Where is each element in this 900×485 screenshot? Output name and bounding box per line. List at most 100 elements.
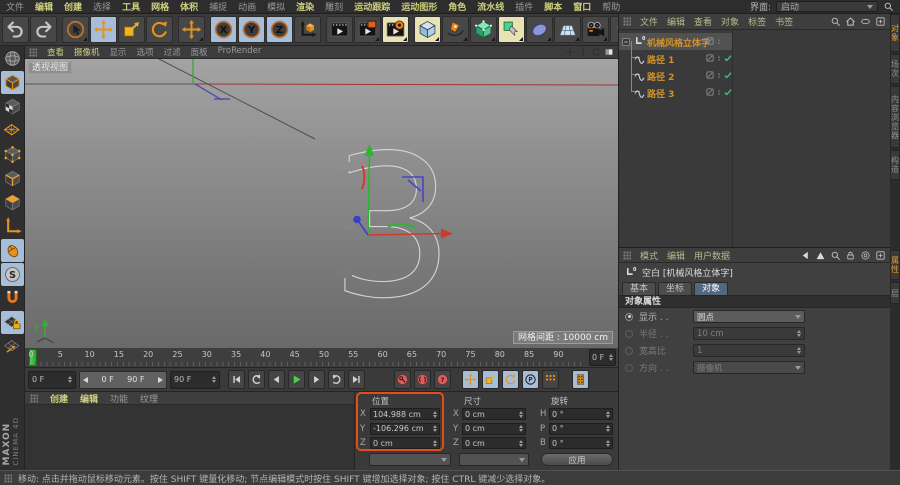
gizmo-z-handle[interactable] — [353, 215, 361, 224]
viewport-menu-item[interactable]: 摄像机 — [74, 46, 100, 58]
polygon-mode-icon[interactable] — [1, 191, 24, 214]
coordinate-input[interactable]: 104.988 cm — [370, 408, 440, 420]
stepper-icon[interactable] — [519, 439, 523, 447]
menubar-item[interactable]: 捕捉 — [209, 0, 227, 13]
viewport-menu-item[interactable]: 显示 — [110, 46, 127, 58]
layer-chip-icon[interactable] — [705, 87, 715, 97]
object-row[interactable]: 路径 2 — [619, 58, 890, 85]
model-mode-icon[interactable] — [0, 71, 24, 94]
keyframe-radio[interactable] — [625, 312, 633, 321]
menubar-item[interactable]: 编辑 — [35, 0, 53, 13]
menubar-item[interactable]: 运动跟踪 — [354, 0, 390, 13]
coordinate-input[interactable]: 0 ° — [549, 408, 613, 420]
object-name[interactable]: 机械风格立体字 — [647, 36, 710, 49]
menubar-item[interactable]: 流水线 — [477, 0, 504, 13]
object-name[interactable]: 路径 2 — [647, 70, 674, 83]
move-icon[interactable] — [90, 16, 117, 43]
visibility-dots-icon[interactable] — [716, 70, 722, 81]
field-stepper[interactable]: 10 cm — [693, 327, 805, 340]
camera-icon[interactable] — [582, 16, 609, 43]
object-row[interactable]: 路径 3 — [619, 75, 890, 101]
am-target-icon[interactable] — [860, 250, 871, 261]
material-menu-item[interactable]: 创建 — [50, 392, 68, 405]
manager-tab-场次[interactable]: 场次 — [890, 54, 900, 84]
animation-palette-icon[interactable] — [572, 370, 589, 389]
rotate-icon[interactable] — [146, 16, 173, 43]
zoom-view-icon[interactable] — [578, 47, 588, 57]
menubar-item[interactable]: 角色 — [448, 0, 466, 13]
menubar-item[interactable]: 雕刻 — [325, 0, 343, 13]
viewport-canvas[interactable]: 透视视图 3 Y 网格间距: 10000 cm — [25, 59, 618, 348]
start-frame-field[interactable]: 0 F — [28, 370, 76, 389]
go-start-icon[interactable] — [228, 370, 245, 389]
panel-grip[interactable] — [30, 393, 38, 403]
object-manager-menu-item[interactable]: 编辑 — [667, 15, 685, 28]
key-rotation-icon[interactable] — [502, 370, 519, 389]
texture-mode-icon[interactable] — [1, 95, 24, 118]
manager-tab-构造[interactable]: 构造 — [890, 150, 900, 180]
pan-view-icon[interactable] — [565, 47, 575, 57]
next-frame-icon[interactable] — [308, 370, 325, 389]
coordinate-mode-dropdown[interactable] — [369, 453, 451, 466]
edge-mode-icon[interactable] — [1, 167, 24, 190]
visibility-dots-icon[interactable] — [716, 53, 722, 64]
stepper-icon[interactable] — [609, 354, 613, 361]
material-menu-item[interactable]: 编辑 — [80, 392, 98, 405]
object-manager-menu-item[interactable]: 查看 — [694, 15, 712, 28]
menubar-item[interactable]: 模拟 — [267, 0, 285, 13]
range-left-arrow-icon[interactable] — [83, 376, 88, 383]
scale-icon[interactable] — [118, 16, 145, 43]
tab-基本[interactable]: 基本 — [622, 282, 657, 295]
om-home-icon[interactable] — [845, 16, 856, 27]
live-selection-icon[interactable] — [62, 16, 89, 43]
stepper-icon[interactable] — [433, 439, 437, 447]
menubar-item[interactable]: 窗口 — [573, 0, 591, 13]
last-tool-icon[interactable] — [178, 16, 205, 43]
stepper-icon[interactable] — [68, 376, 72, 383]
viewport-solo-icon[interactable] — [0, 239, 24, 262]
object-name[interactable]: 路径 3 — [647, 87, 674, 100]
timeline-ruler[interactable]: 0 F 0 5 10 15 20 25 30 35 40 45 50 55 60 65 70 75 80 85 90 — [25, 348, 618, 368]
menubar-item[interactable]: 选择 — [93, 0, 111, 13]
keyframe-radio[interactable] — [625, 329, 633, 338]
snap-icon[interactable]: S — [0, 263, 24, 286]
panel-grip[interactable] — [4, 473, 12, 483]
menubar-item[interactable]: 插件 — [515, 0, 533, 13]
object-row[interactable]: 路径 1 — [619, 41, 890, 68]
menubar-item[interactable]: 运动图形 — [401, 0, 437, 13]
environment-icon[interactable] — [554, 16, 581, 43]
menubar-item[interactable]: 工具 — [122, 0, 140, 13]
om-search-icon[interactable] — [830, 16, 841, 27]
field-dropdown[interactable]: 摄像机 — [693, 361, 805, 374]
menubar-item[interactable]: 文件 — [6, 0, 24, 13]
attribute-menu-item[interactable]: 用户数据 — [694, 249, 730, 262]
layer-chip-icon[interactable] — [705, 70, 715, 80]
stepper-icon[interactable] — [519, 425, 523, 432]
menubar-item[interactable]: 创建 — [64, 0, 82, 13]
am-lock-icon[interactable] — [845, 250, 856, 261]
key-position-icon[interactable] — [462, 370, 479, 389]
go-end-icon[interactable] — [348, 370, 365, 389]
attribute-menu-item[interactable]: 模式 — [640, 249, 658, 262]
key-scale-icon[interactable] — [482, 370, 499, 389]
points-mode-icon[interactable] — [1, 143, 24, 166]
range-slider[interactable]: 0 F 90 F — [79, 370, 167, 389]
viewport-menu-item[interactable]: ProRender — [218, 46, 262, 58]
am-add-icon[interactable] — [875, 250, 886, 261]
rotate-view-icon[interactable] — [591, 47, 601, 57]
panel-grip[interactable] — [29, 47, 37, 57]
object-manager-menu-item[interactable]: 书签 — [775, 15, 793, 28]
stepper-icon[interactable] — [797, 347, 801, 354]
autokey-icon[interactable] — [414, 370, 431, 389]
render-view-icon[interactable] — [326, 16, 353, 43]
viewport-menu-item[interactable]: 选项 — [137, 46, 154, 58]
coordinate-input[interactable]: 0 cm — [370, 437, 440, 449]
stepper-icon[interactable] — [433, 410, 437, 418]
stepper-icon[interactable] — [606, 439, 610, 447]
current-frame-field[interactable]: 0 F — [589, 349, 616, 366]
object-manager-menu-item[interactable]: 标签 — [748, 15, 766, 28]
keyframe-radio[interactable] — [625, 363, 633, 372]
coordinate-system-icon[interactable] — [294, 16, 321, 43]
layer-chip-icon[interactable] — [705, 36, 715, 46]
am-search-icon[interactable] — [830, 250, 841, 261]
